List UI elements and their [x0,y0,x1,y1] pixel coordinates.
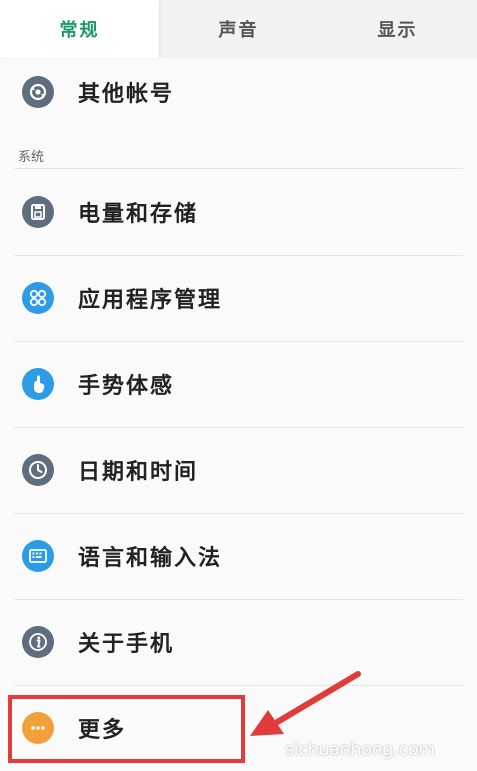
app-grid-icon [22,282,54,314]
highlight-box [8,695,245,763]
watermark: sichuanhong.com [284,740,435,760]
item-other-accounts[interactable]: 其他帐号 [14,50,463,134]
item-label: 日期和时间 [78,460,199,485]
keyboard-icon [22,540,54,572]
item-gesture[interactable]: 手势体感 [14,342,463,426]
item-label: 语言和输入法 [78,546,223,571]
item-label: 手势体感 [78,374,175,399]
item-language-input[interactable]: 语言和输入法 [14,514,463,598]
sync-account-icon [22,76,54,108]
section-label-system: 系统 [18,150,45,165]
item-battery-storage[interactable]: 电量和存储 [14,170,463,254]
item-label: 关于手机 [78,632,175,657]
item-label: 应用程序管理 [78,288,223,313]
item-label: 电量和存储 [78,202,199,227]
item-label: 其他帐号 [78,82,175,107]
item-date-time[interactable]: 日期和时间 [14,428,463,512]
section-divider [14,168,463,169]
item-app-management[interactable]: 应用程序管理 [14,256,463,340]
item-about-phone[interactable]: 关于手机 [14,600,463,684]
annotation-arrow [250,671,361,736]
gesture-hand-icon [22,368,54,400]
info-icon [22,626,54,658]
clock-icon [22,454,54,486]
battery-storage-icon [22,196,54,228]
